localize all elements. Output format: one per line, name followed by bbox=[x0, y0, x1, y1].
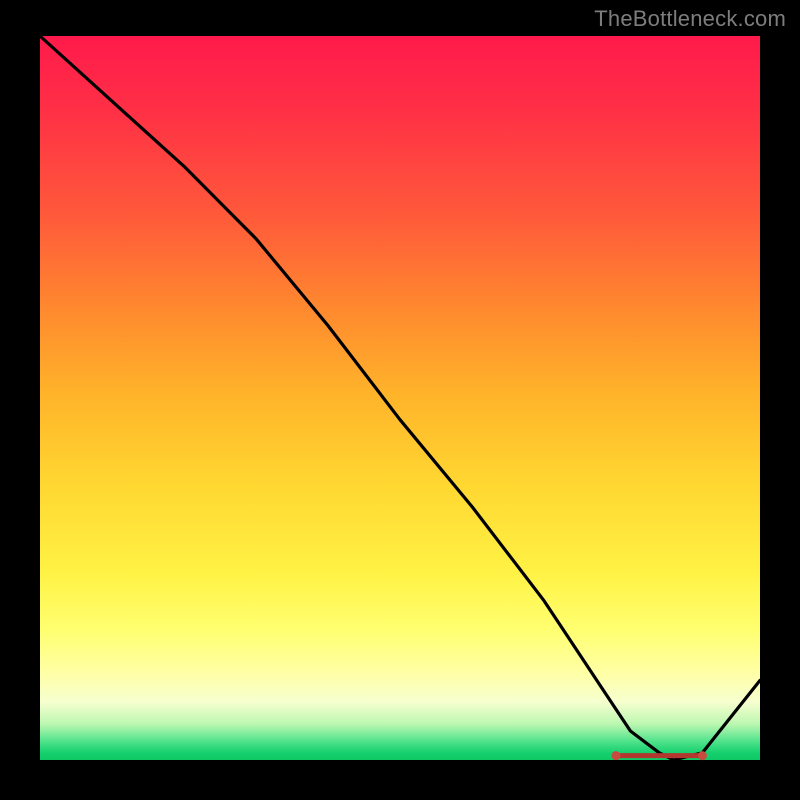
chart-overlay bbox=[40, 36, 760, 760]
bottleneck-curve bbox=[40, 36, 760, 760]
chart-frame: TheBottleneck.com bbox=[0, 0, 800, 800]
attribution-label: TheBottleneck.com bbox=[594, 6, 786, 32]
optimal-range-start-dot bbox=[612, 751, 621, 760]
optimal-range-end-dot bbox=[698, 751, 707, 760]
